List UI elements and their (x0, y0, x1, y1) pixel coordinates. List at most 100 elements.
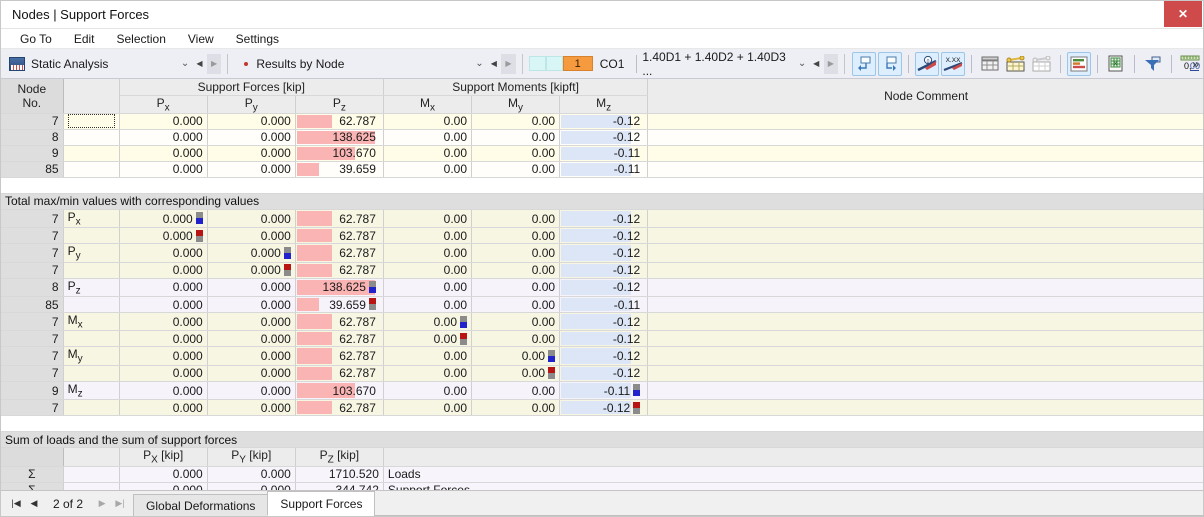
maxmin-row[interactable]: 9 Mz 0.000 0.000 103.670 0.00 0.00 -0.11 (1, 381, 1203, 401)
sum-row[interactable]: Σ 0.000 0.000 1710.520 Loads (1, 466, 1203, 483)
tab-support-forces[interactable]: Support Forces (267, 491, 376, 516)
table-highlight-icon[interactable] (1004, 52, 1028, 76)
cell-pz: 39.659 (295, 296, 384, 314)
cell-node: 7 (1, 209, 64, 229)
min-marker (195, 229, 203, 242)
close-icon[interactable]: ✕ (1164, 1, 1202, 27)
max-marker (195, 212, 203, 225)
static-analysis-icon (9, 56, 25, 71)
cell-pz: 62.787 (295, 262, 384, 279)
results-next-button[interactable]: ▶ (501, 53, 516, 74)
maxmin-row[interactable]: 7 0.000 0.000 62.787 0.00 0.00 -0.12 (1, 365, 1203, 382)
cell-node: 8 (1, 278, 64, 298)
cell-mz: -0.12 (559, 278, 649, 298)
cell-py: 0.000 (207, 330, 296, 348)
min-marker (460, 332, 467, 345)
cell-pz: 39.659 (295, 161, 384, 178)
maxmin-row[interactable]: 8 Pz 0.000 0.000 138.625 0.00 0.00 -0.12 (1, 278, 1203, 298)
cell-py: 0.000 (207, 113, 296, 130)
maxmin-row[interactable]: 7 Py 0.000 0.000 62.787 0.00 0.00 -0.12 (1, 243, 1203, 263)
show-result-diagram-icon[interactable]: 0 (915, 51, 940, 76)
cell-py: 0.000 (207, 209, 296, 229)
maxmin-row[interactable]: 7 0.000 0.000 62.787 0.00 0.00 -0.12 (1, 227, 1203, 245)
load-case-prev-button[interactable]: ◀ (809, 54, 824, 74)
analysis-type-combo[interactable]: Static Analysis ⌄ (1, 50, 192, 78)
maxmin-row[interactable]: 7 Px 0.000 0.000 62.787 0.00 0.00 -0.12 (1, 209, 1203, 229)
cell-mz: -0.11 (559, 381, 649, 401)
focus-cell[interactable] (67, 114, 115, 129)
cell-mz: -0.12 (559, 262, 649, 279)
maxmin-row[interactable]: 85 0.000 0.000 39.659 0.00 0.00 -0.11 (1, 296, 1203, 314)
table-row[interactable]: 85 0.000 0.000 39.659 0.00 0.00 -0.11 (1, 161, 1203, 178)
navigate-forward-icon[interactable] (878, 51, 903, 76)
table-row[interactable]: 9 0.000 0.000 103.670 0.00 0.00 -0.11 (1, 145, 1203, 162)
last-page-button[interactable]: ▶| (111, 498, 129, 509)
menu-edit[interactable]: Edit (63, 29, 106, 49)
menu-go-to[interactable]: Go To (9, 29, 63, 49)
cell-symbol[interactable] (63, 161, 120, 178)
maxmin-row[interactable]: 7 0.000 0.000 62.787 0.00 0.00 -0.12 (1, 330, 1203, 348)
export-excel-icon[interactable]: X (1104, 52, 1128, 76)
results-prev-button[interactable]: ◀ (486, 54, 501, 74)
cell-comment (647, 381, 1203, 401)
cell-mz: -0.12 (559, 227, 649, 245)
menu-settings[interactable]: Settings (225, 29, 290, 49)
load-case-name: CO1 (599, 56, 625, 71)
cell-mx: 0.00 (383, 262, 473, 279)
sum-row[interactable]: Σ0.0000.000344.742Support Forces (1, 482, 1203, 490)
cell-my: 0.00 (471, 161, 561, 178)
analysis-next-button[interactable]: ▶ (206, 53, 222, 74)
results-mode-combo[interactable]: Results by Node ⌄ (256, 50, 486, 78)
cell-my: 0.00 (471, 243, 561, 263)
menu-view[interactable]: View (177, 29, 225, 49)
cell-symbol (63, 482, 120, 490)
col-header-pz: Pz (295, 95, 384, 114)
chevron-down-icon-3[interactable]: ⌄ (795, 58, 809, 69)
maxmin-row[interactable]: 7 Mx 0.000 0.000 62.787 0.00 0.00 -0.12 (1, 312, 1203, 332)
maxmin-row[interactable]: 7 0.000 0.000 62.787 0.00 0.00 -0.12 (1, 399, 1203, 417)
table-grid-icon[interactable] (978, 52, 1002, 76)
cell-mz: -0.12 (559, 243, 649, 263)
maxmin-body: 7 Px 0.000 0.000 62.787 0.00 0.00 -0.12 7 0.000 0.… (1, 209, 1203, 417)
tab-global-deformations[interactable]: Global Deformations (133, 494, 269, 516)
max-marker (548, 349, 556, 362)
sums-header-row: PX [kip] PY [kip] PZ [kip] (1, 447, 1203, 467)
node-no-header: Node No. (1, 79, 64, 114)
chevron-down-icon[interactable]: ⌄ (178, 58, 192, 69)
first-page-button[interactable]: |◀ (7, 498, 25, 509)
chevron-down-icon-2[interactable]: ⌄ (472, 58, 486, 69)
table-plain-icon[interactable] (1030, 52, 1054, 76)
toolbar-overflow-button[interactable]: » (1192, 57, 1199, 71)
table-row[interactable]: 8 0.000 0.000 138.625 0.00 0.00 -0.12 (1, 129, 1203, 146)
cell-symbol[interactable] (63, 129, 120, 146)
cell-py: 0.000 (207, 466, 296, 483)
show-values-icon[interactable]: X.XX (941, 51, 966, 76)
filter-icon[interactable] (1141, 52, 1165, 76)
load-case-number[interactable]: 1 (562, 56, 593, 71)
cell-symbol: Pz (63, 278, 120, 298)
load-case-next-button[interactable]: ▶ (823, 53, 839, 74)
svg-text:X.XX: X.XX (946, 57, 961, 64)
cell-py: 0.000 (207, 129, 296, 146)
navigate-back-icon[interactable] (852, 51, 877, 76)
prev-page-button[interactable]: ◀ (25, 498, 43, 509)
results-grid: Node No. Support Forces [kip] Support Mom… (1, 79, 1203, 490)
cell-my: 0.00 (471, 129, 561, 146)
analysis-prev-button[interactable]: ◀ (192, 54, 207, 74)
cell-symbol[interactable] (63, 145, 120, 162)
cell-mx: 0.00 (383, 227, 473, 245)
max-marker (460, 315, 467, 328)
maxmin-row[interactable]: 7 0.000 0.000 62.787 0.00 0.00 -0.12 (1, 262, 1203, 279)
cell-symbol[interactable] (63, 113, 120, 130)
cell-mz: -0.12 (559, 129, 649, 146)
maxmin-row[interactable]: 7 My 0.000 0.000 62.787 0.00 0.00 -0.12 (1, 346, 1203, 366)
cell-node: 85 (1, 161, 64, 178)
table-row[interactable]: 7 0.000 0.000 62.787 0.00 0.00 -0.12 (1, 113, 1203, 130)
cell-pz: 103.670 (295, 381, 384, 401)
cell-px: 0.000 (119, 161, 208, 178)
cell-px: 0.000 (119, 381, 208, 401)
next-page-button[interactable]: ▶ (93, 498, 111, 509)
menu-selection[interactable]: Selection (106, 29, 177, 49)
color-bars-icon[interactable] (1067, 51, 1092, 76)
sums-body: Σ0.0000.0001710.520LoadsΣ0.0000.000344.7… (1, 466, 1203, 490)
